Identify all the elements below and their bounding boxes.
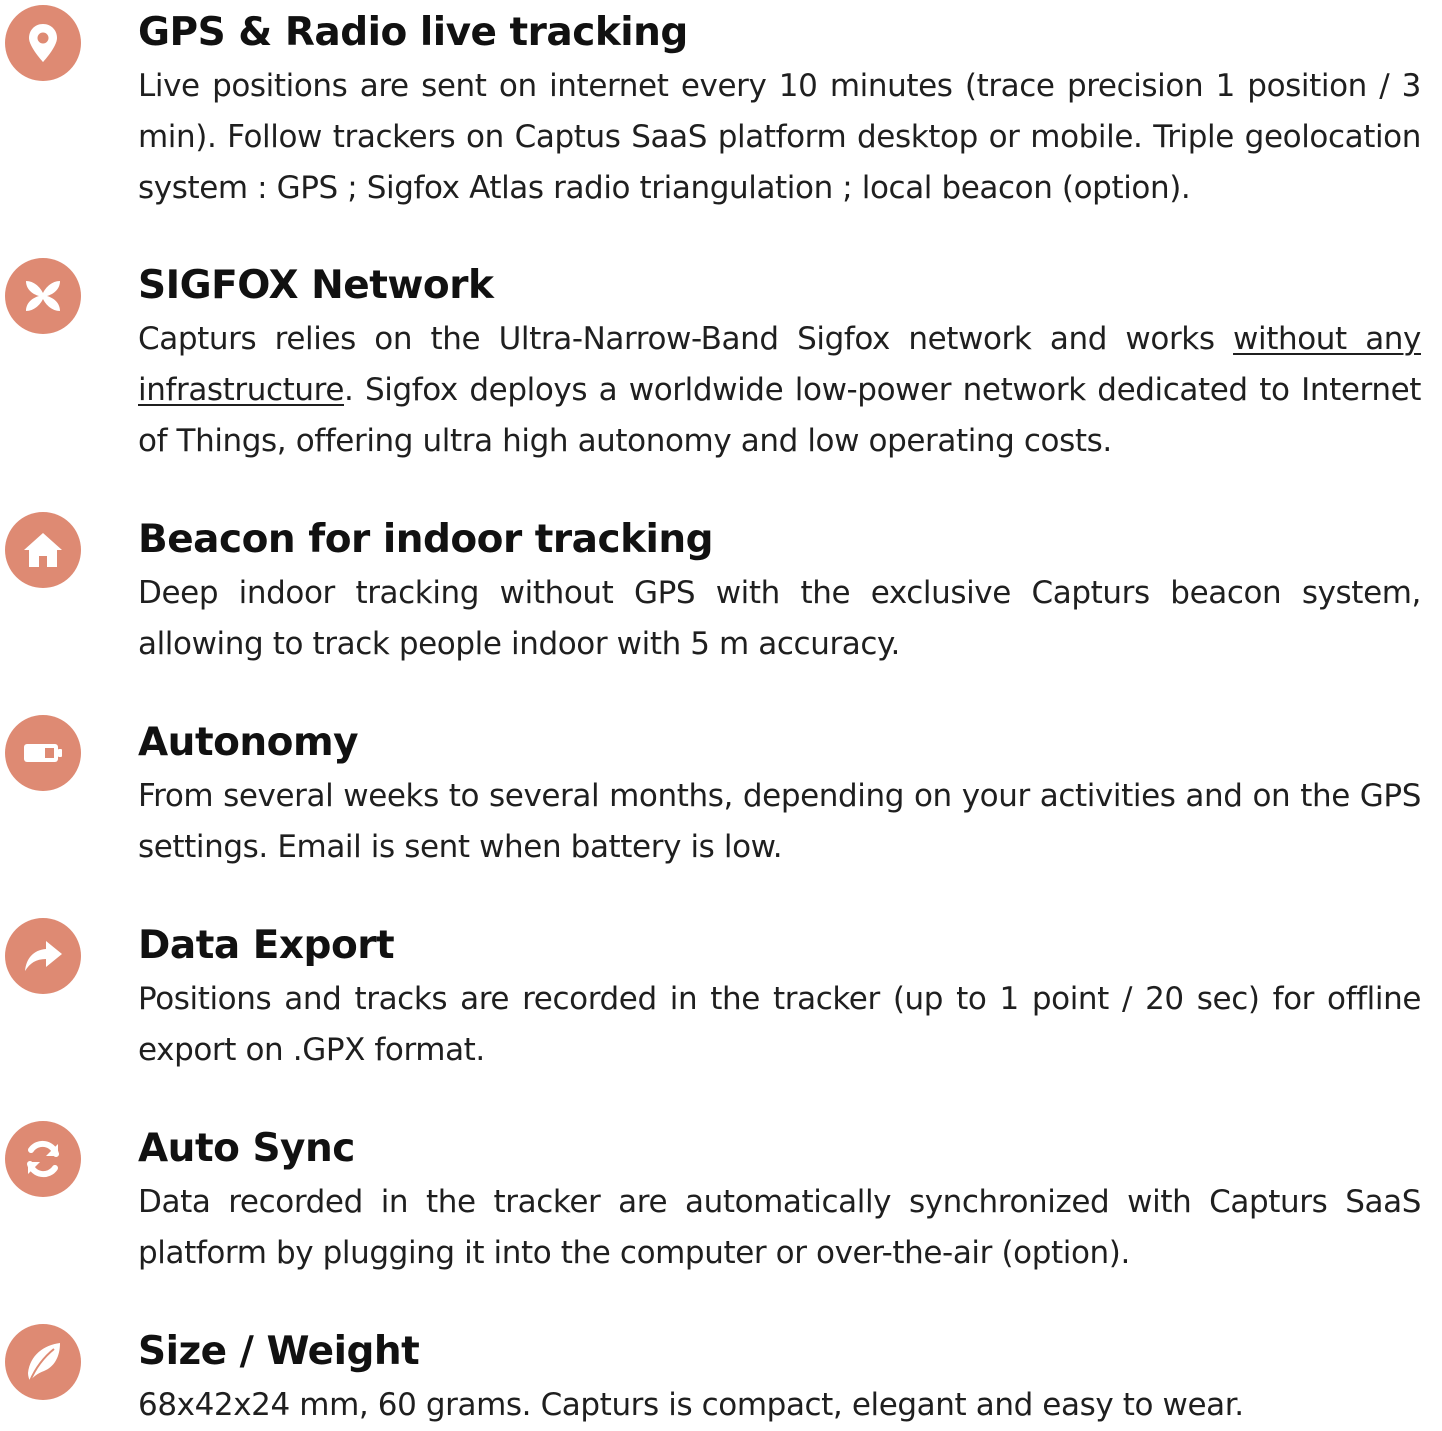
feature-data-export: Data Export Positions and tracks are rec…	[0, 913, 1442, 1113]
feature-description: Data recorded in the tracker are automat…	[138, 1184, 1421, 1271]
feature-gps-radio: GPS & Radio live tracking Live positions…	[0, 0, 1442, 250]
feature-description: From several weeks to several months, de…	[138, 778, 1421, 865]
sigfox-icon	[5, 258, 81, 334]
battery-icon	[5, 715, 81, 791]
feature-title: Data Export	[138, 923, 395, 968]
feature-description: Positions and tracks are recorded in the…	[138, 981, 1421, 1068]
feature-auto-sync: Auto Sync Data recorded in the tracker a…	[0, 1116, 1442, 1316]
feature-size-weight: Size / Weight 68x42x24 mm, 60 grams. Cap…	[0, 1319, 1442, 1423]
description-text: Capturs relies on the Ultra-Narrow-Band …	[138, 321, 1234, 357]
home-icon	[5, 512, 81, 588]
feature-description: Live positions are sent on internet ever…	[138, 68, 1421, 206]
share-arrow-icon	[5, 918, 81, 994]
feature-description: Deep indoor tracking without GPS with th…	[138, 575, 1421, 662]
sync-icon	[5, 1121, 81, 1197]
feature-description: Capturs relies on the Ultra-Narrow-Band …	[138, 314, 1421, 467]
feature-title: SIGFOX Network	[138, 263, 494, 308]
feature-title: Autonomy	[138, 720, 359, 765]
feather-icon	[5, 1324, 81, 1400]
feature-title: Beacon for indoor tracking	[138, 517, 714, 562]
feature-title: Auto Sync	[138, 1126, 355, 1171]
map-pin-icon	[5, 5, 81, 81]
feature-description: 68x42x24 mm, 60 grams. Capturs is compac…	[138, 1387, 1244, 1423]
feature-beacon: Beacon for indoor tracking Deep indoor t…	[0, 507, 1442, 707]
feature-title: GPS & Radio live tracking	[138, 10, 688, 55]
feature-title: Size / Weight	[138, 1329, 420, 1374]
feature-autonomy: Autonomy From several weeks to several m…	[0, 710, 1442, 910]
feature-sigfox: SIGFOX Network Capturs relies on the Ult…	[0, 253, 1442, 503]
